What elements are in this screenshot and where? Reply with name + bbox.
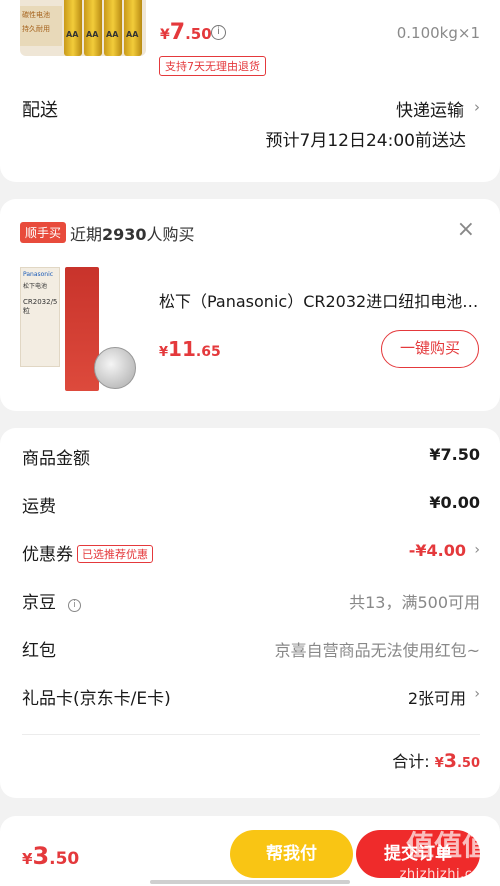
chevron-right-icon[interactable]: › xyxy=(474,686,480,702)
divider xyxy=(22,734,480,735)
recommend-product-thumbnail[interactable]: Panasonic 松下电池 CR2032/5粒 xyxy=(20,267,138,391)
product-thumbnail[interactable]: 碳性电池 持久耐用 xyxy=(20,0,146,56)
order-total: 合计: ¥3.50 xyxy=(392,748,480,772)
total-label: 合计: xyxy=(392,752,430,771)
beans-label: 京豆 xyxy=(22,593,56,613)
recommend-product-price: ¥11.65 xyxy=(159,337,221,361)
price-decimal: .50 xyxy=(185,25,212,43)
row-value: 京喜自营商品无法使用红包~ xyxy=(274,641,480,660)
watermark-glyphs: 值值值 xyxy=(405,829,490,862)
coin-battery-image xyxy=(94,347,136,389)
price-summary-card: 商品金额 ¥7.50 运费 ¥0.00 优惠券 已选推荐优惠 -¥4.00 › 京… xyxy=(0,428,500,798)
row-label: 礼品卡(京东卡/E卡) xyxy=(22,689,171,709)
price-decimal: .50 xyxy=(456,756,480,771)
one-click-buy-button[interactable]: 一键购买 xyxy=(381,330,479,368)
add-on-tag: 顺手买 xyxy=(20,222,67,243)
row-value: -¥4.00 xyxy=(408,541,466,560)
delivery-method[interactable]: 快递运输 xyxy=(396,96,464,121)
checkout-bar: ¥3.50 帮我付 提交订单 值值值 zhizhizhi.com xyxy=(0,816,500,886)
battery-card-image: Panasonic 松下电池 CR2032/5粒 xyxy=(20,267,60,367)
price-integer: 3 xyxy=(443,750,457,772)
weight-qty: 0.100kg×1 xyxy=(397,24,480,42)
summary-row-gift-card[interactable]: 礼品卡(京东卡/E卡) 2张可用 › xyxy=(22,684,480,712)
thumb-brand: Panasonic xyxy=(23,271,54,278)
row-value: 共13，满500可用 xyxy=(349,593,480,612)
row-value: 2张可用 xyxy=(407,689,466,708)
currency-symbol: ¥ xyxy=(159,345,169,360)
row-label: 红包 xyxy=(22,641,56,661)
chevron-right-icon[interactable]: › xyxy=(474,98,480,116)
recent-count: 2930 xyxy=(102,225,147,244)
recent-suffix: 人购买 xyxy=(146,225,195,244)
coupon-label: 优惠券 xyxy=(22,545,73,565)
product-price: ¥7.50 xyxy=(160,20,212,45)
order-item-card: 碳性电池 持久耐用 ¥7.50 i 0.100kg×1 支持7天无理由退货 配送… xyxy=(0,0,500,182)
currency-symbol: ¥ xyxy=(22,850,33,868)
recommendation-card: 顺手买 近期2930人购买 × Panasonic 松下电池 CR2032/5粒… xyxy=(0,199,500,411)
price-decimal: .65 xyxy=(195,344,221,360)
return-policy-tag: 支持7天无理由退货 xyxy=(159,56,266,76)
close-icon[interactable]: × xyxy=(457,217,475,242)
home-indicator[interactable] xyxy=(150,880,350,884)
recent-purchases: 近期2930人购买 xyxy=(70,221,195,245)
summary-row-subtotal: 商品金额 ¥7.50 xyxy=(22,444,480,472)
row-value: ¥7.50 xyxy=(429,445,480,464)
price-integer: 11 xyxy=(168,337,196,361)
battery-image xyxy=(104,0,122,56)
price-integer: 7 xyxy=(169,20,186,45)
weight: 0.100kg xyxy=(396,24,458,42)
row-label: 商品金额 xyxy=(22,449,90,469)
help-pay-button[interactable]: 帮我付 xyxy=(230,830,353,878)
thumb-brand-cn: 松下电池 xyxy=(23,283,48,290)
chevron-right-icon[interactable]: › xyxy=(474,542,480,558)
delivery-label: 配送 xyxy=(22,100,58,121)
row-label: 运费 xyxy=(22,497,56,517)
battery-image xyxy=(64,0,82,56)
price-decimal: .50 xyxy=(49,849,80,869)
delivery-eta: 预计7月12日24:00前送达 xyxy=(265,131,466,151)
quantity: ×1 xyxy=(457,24,480,42)
total-amount: ¥3.50 xyxy=(435,750,480,772)
summary-row-shipping: 运费 ¥0.00 xyxy=(22,492,480,520)
coupon-tag: 已选推荐优惠 xyxy=(77,545,153,563)
thumb-label: 持久耐用 xyxy=(22,25,50,33)
thumb-label: 碳性电池 xyxy=(22,11,50,19)
summary-row-red-packet: 红包 京喜自营商品无法使用红包~ xyxy=(22,636,480,664)
currency-symbol: ¥ xyxy=(160,27,170,43)
price-integer: 3 xyxy=(32,842,50,870)
watermark: zhizhizhi.com xyxy=(399,867,494,882)
summary-row-jd-beans: 京豆 i 共13，满500可用 xyxy=(22,588,480,616)
row-label: 优惠券 已选推荐优惠 xyxy=(22,540,153,565)
battery-image xyxy=(84,0,102,56)
checkout-price: ¥3.50 xyxy=(22,842,79,870)
thumb-model: CR2032/5粒 xyxy=(23,298,58,315)
recommend-product-title[interactable]: 松下（Panasonic）CR2032进口纽扣电池… xyxy=(159,288,479,312)
recent-prefix: 近期 xyxy=(70,225,103,244)
row-value: ¥0.00 xyxy=(429,493,480,512)
product-box-image: 碳性电池 持久耐用 xyxy=(20,6,62,46)
battery-image xyxy=(124,0,142,56)
summary-row-coupon[interactable]: 优惠券 已选推荐优惠 -¥4.00 › xyxy=(22,540,480,568)
info-icon[interactable]: i xyxy=(211,25,226,40)
row-label: 京豆 i xyxy=(22,588,81,613)
info-icon[interactable]: i xyxy=(68,599,81,612)
currency-symbol: ¥ xyxy=(434,756,444,771)
